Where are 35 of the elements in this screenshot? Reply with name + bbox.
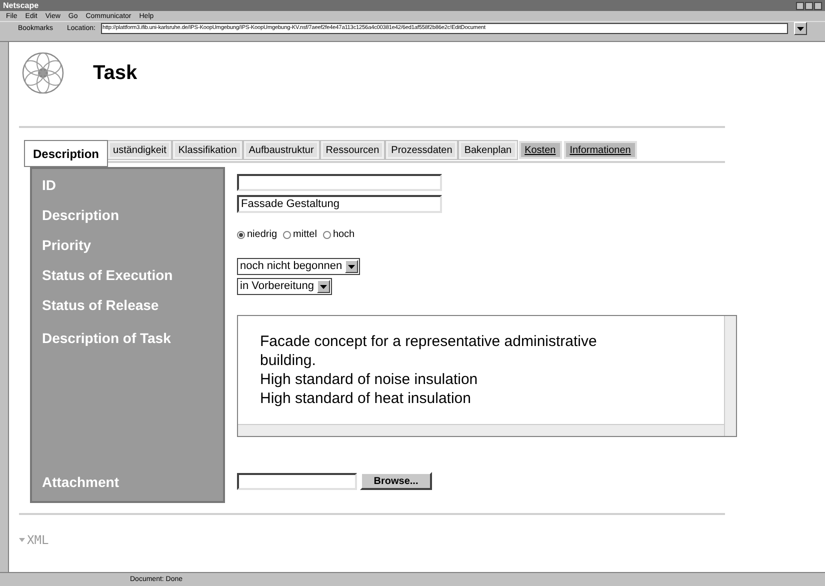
tab[interactable]: Kosten <box>518 141 562 159</box>
dropdown[interactable]: noch nicht begonnen <box>237 258 360 275</box>
tab[interactable]: Description <box>24 140 108 167</box>
field-label: Attachment <box>42 473 120 492</box>
tab[interactable]: Ressourcen <box>320 141 384 159</box>
description-field[interactable]: Fassade Gestaltung <box>237 195 442 213</box>
field-label: Priority <box>42 236 92 255</box>
field-label: ID <box>42 176 57 195</box>
tab[interactable]: Aufbaustruktur <box>244 141 319 159</box>
task-text: Facade concept for a representative administrative building. High standard of noise insulation High standard of heat insulation <box>259 332 598 409</box>
radio-label: hoch <box>332 228 355 242</box>
browse-button[interactable]: Browse... <box>360 472 432 490</box>
field-label: Status of Execution <box>42 266 174 285</box>
field-label: Description of Task <box>42 329 172 348</box>
radio-button[interactable] <box>322 230 331 238</box>
vertical-scrollbar[interactable] <box>724 316 736 436</box>
tab[interactable]: Klassifikation <box>173 141 242 159</box>
radio-button[interactable] <box>237 230 245 238</box>
window-title: Netscape <box>3 2 39 10</box>
radio-label: niedrig <box>247 228 278 242</box>
field-label: Description <box>42 206 120 225</box>
dropdown[interactable]: in Vorbereitung <box>237 278 332 295</box>
file-field[interactable] <box>237 472 357 490</box>
field-label: Status of Release <box>42 296 160 315</box>
tab[interactable]: Prozessdaten <box>386 141 458 159</box>
radio-label: mittel <box>293 228 317 242</box>
radio-button[interactable] <box>283 230 292 238</box>
horizontal-scrollbar[interactable] <box>238 424 724 436</box>
tab[interactable]: Informationen <box>564 141 637 159</box>
tab[interactable]: uständigkeit <box>108 141 172 159</box>
tab[interactable]: Bakenplan <box>459 141 517 159</box>
logo-icon <box>21 51 65 95</box>
task-textarea[interactable]: Facade concept for a representative administrative building. High standard of noise insulation High standard of heat insulation <box>237 315 737 437</box>
page-title: Task <box>93 61 138 86</box>
id-field[interactable] <box>237 174 442 191</box>
